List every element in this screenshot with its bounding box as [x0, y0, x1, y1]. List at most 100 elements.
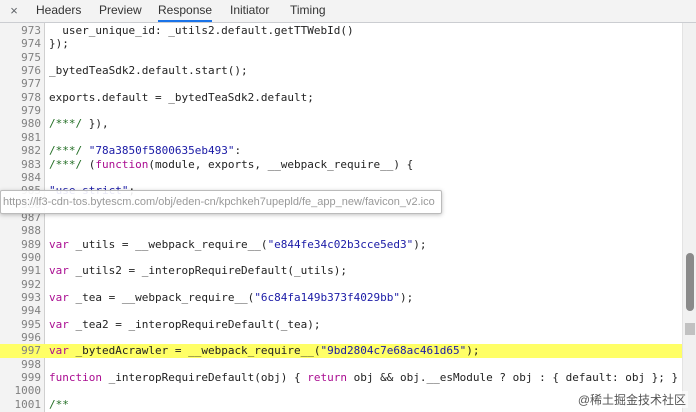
code-line: 989 var _utils = __webpack_require__("e84…	[0, 238, 682, 252]
code-line: 999 function _interopRequireDefault(obj) …	[0, 371, 682, 385]
code-line: 976 _bytedTeaSdk2.default.start();	[0, 64, 682, 78]
code-text: /***/ (function(module, exports, __webpa…	[49, 158, 413, 172]
tab-preview[interactable]: Preview	[99, 0, 142, 22]
code-token: /**	[49, 397, 69, 411]
code-token: "78a3850f5800635eb493"	[88, 144, 235, 158]
code-text: _bytedTeaSdk2.default.start();	[49, 64, 248, 78]
line-number: 981	[21, 130, 41, 144]
code-token: function	[49, 371, 102, 385]
response-code-viewer[interactable]: 973 user_unique_id: _utils2.default.getT…	[0, 23, 682, 412]
line-number: 978	[21, 90, 41, 104]
code-token: obj && obj.__esModule ? obj : { default:…	[347, 371, 679, 385]
watermark: @稀土掘金技术社区	[575, 391, 688, 408]
code-token: /***/	[49, 117, 89, 131]
code-text: /**	[49, 398, 69, 412]
code-line: 995 var _tea2 = _interopRequireDefault(_t…	[0, 318, 682, 332]
code-text: user_unique_id: _utils2.default.getTTWeb…	[49, 24, 354, 38]
line-number: 996	[21, 331, 41, 345]
code-token: "e844fe34c02b3cce5ed3"	[267, 237, 414, 251]
code-text: var _tea = __webpack_require__("6c84fa14…	[49, 291, 413, 305]
code-token: user_unique_id: _utils2.default.getTTWeb…	[49, 24, 354, 37]
code-token: function	[95, 157, 149, 171]
code-line: 973 user_unique_id: _utils2.default.getT…	[0, 24, 682, 38]
code-line: 974});	[0, 37, 682, 51]
line-number: 1000	[14, 384, 42, 398]
code-text: /***/ }),	[49, 117, 109, 131]
tab-headers[interactable]: Headers	[36, 0, 81, 22]
close-icon[interactable]: ×	[6, 2, 22, 20]
code-token: );	[466, 344, 480, 358]
code-token: _tea = __webpack_require__(	[68, 291, 255, 304]
line-number: 997	[21, 344, 41, 358]
code-token: );	[413, 237, 427, 251]
scrollbar-thumb[interactable]	[686, 253, 694, 311]
line-number: 974	[21, 37, 41, 51]
code-token: /***/	[49, 144, 89, 158]
line-number: 979	[21, 104, 41, 118]
code-line: 993 var _tea = __webpack_require__("6c84f…	[0, 291, 682, 305]
scrollbar-marker	[685, 323, 695, 335]
code-text: });	[49, 37, 69, 51]
line-number: 1001	[14, 397, 42, 411]
line-number: 973	[21, 24, 41, 37]
code-token: "9bd2804c7e68ac461d65"	[320, 344, 467, 358]
line-number: 993	[21, 291, 41, 304]
code-token: _interopRequireDefault(obj) {	[101, 371, 308, 385]
code-token: _bytedTeaSdk2.default.start();	[49, 64, 248, 78]
line-number: 976	[21, 64, 41, 78]
code-text: exports.default = _bytedTeaSdk2.default;	[49, 91, 314, 105]
code-token: _utils = __webpack_require__(	[68, 237, 268, 251]
code-token: );	[400, 291, 414, 304]
code-text: var _utils2 = _interopRequireDefault(_ut…	[49, 264, 347, 278]
code-token: var	[49, 237, 69, 251]
code-line: 979	[0, 104, 682, 118]
code-text: /***/ "78a3850f5800635eb493":	[49, 144, 241, 158]
code-token: var	[49, 264, 69, 278]
code-token: var	[49, 291, 69, 304]
code-token: _utils2 = _interopRequireDefault(_utils)…	[68, 264, 348, 278]
code-line: 981	[0, 131, 682, 145]
code-line: 984	[0, 171, 682, 185]
code-text: var _utils = __webpack_require__("e844fe…	[49, 238, 427, 252]
tab-timing[interactable]: Timing	[290, 0, 326, 22]
code-token: exports.default = _bytedTeaSdk2.default;	[49, 90, 314, 104]
code-token: return	[307, 371, 348, 385]
code-token: :	[234, 144, 242, 158]
code-token: "6c84fa149b373f4029bb"	[254, 291, 401, 304]
code-token: /***/	[49, 157, 89, 171]
code-line: 975	[0, 51, 682, 65]
line-number: 980	[21, 117, 41, 131]
code-line: 990	[0, 251, 682, 265]
code-text: function _interopRequireDefault(obj) { r…	[49, 371, 678, 385]
line-number: 975	[21, 50, 41, 64]
line-number: 998	[21, 357, 41, 371]
url-tooltip: https://lf3-cdn-tos.bytescm.com/obj/eden…	[0, 190, 442, 214]
line-number: 983	[21, 157, 41, 171]
line-number: 989	[21, 237, 41, 251]
code-token: _tea2 = _interopRequireDefault(_tea);	[68, 317, 321, 331]
line-number: 988	[21, 224, 41, 238]
code-line: 992	[0, 278, 682, 292]
code-token: });	[49, 37, 69, 51]
line-number: 991	[21, 264, 41, 278]
vertical-scrollbar[interactable]	[682, 23, 696, 412]
line-number: 977	[21, 77, 41, 91]
line-number: 990	[21, 250, 41, 264]
code-line: 977	[0, 77, 682, 91]
code-line: 982 /***/ "78a3850f5800635eb493":	[0, 144, 682, 158]
line-number: 992	[21, 277, 41, 291]
line-number: 982	[21, 144, 41, 158]
line-number: 994	[21, 304, 41, 318]
code-token: (module, exports, __webpack_require__) {	[148, 157, 414, 171]
code-line: 997 var _bytedAcrawler = __webpack_requir…	[0, 344, 682, 359]
line-number: 984	[21, 170, 41, 184]
code-line: 991 var _utils2 = _interopRequireDefault(…	[0, 264, 682, 278]
code-line: 988	[0, 224, 682, 238]
code-line: 994	[0, 304, 682, 318]
tab-initiator[interactable]: Initiator	[230, 0, 269, 22]
code-token: var	[49, 344, 69, 358]
code-line: 998	[0, 358, 682, 372]
tab-response[interactable]: Response	[158, 0, 213, 22]
code-text: var _bytedAcrawler = __webpack_require__…	[49, 344, 480, 358]
line-number: 995	[21, 317, 41, 331]
